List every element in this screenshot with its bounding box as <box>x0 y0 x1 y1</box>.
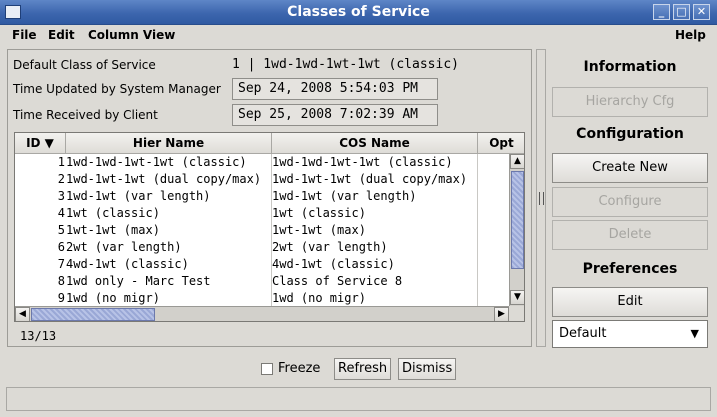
table-row[interactable]: 5 1wt-1wt (max) 1wt-1wt (max) <box>15 222 509 239</box>
column-header-opt[interactable]: Opt <box>478 133 524 154</box>
cell-id: 6 <box>57 240 65 254</box>
menu-column-view[interactable]: Column View <box>88 28 175 42</box>
table-row[interactable]: 3 1wd-1wt (var length) 1wd-1wt (var leng… <box>15 188 509 205</box>
cell-cos-name: 1wd-1wt-1wt (dual copy/max) <box>272 172 468 186</box>
cell-cos-name: Class of Service 8 <box>272 274 403 288</box>
cell-id: 8 <box>57 274 65 288</box>
cell-cos-name: 1wd-1wd-1wt-1wt (classic) <box>272 155 453 169</box>
cos-table: ID ▼ Hier Name COS Name Opt 1 1wd-1wd-1w… <box>14 132 525 322</box>
section-configuration: Configuration <box>576 126 684 142</box>
cell-id: 4 <box>57 206 65 220</box>
menu-file[interactable]: File <box>12 28 37 42</box>
title-bar: Classes of Service _ □ ✕ <box>0 0 717 25</box>
cell-hier-name: 1wd (no migr) <box>66 291 160 305</box>
cell-id: 3 <box>57 189 65 203</box>
preferences-select[interactable]: Default ▼ <box>552 320 708 348</box>
refresh-button[interactable]: Refresh <box>334 358 392 380</box>
table-header: ID ▼ Hier Name COS Name Opt <box>15 133 524 154</box>
delete-button[interactable]: Delete <box>552 220 708 250</box>
splitter-grip-icon[interactable] <box>539 192 544 205</box>
create-new-button[interactable]: Create New <box>552 153 708 183</box>
horizontal-scrollbar[interactable]: ◀ ▶ <box>15 306 509 321</box>
section-preferences: Preferences <box>582 261 678 277</box>
hierarchy-cfg-button[interactable]: Hierarchy Cfg <box>552 87 708 117</box>
scroll-up-icon[interactable]: ▲ <box>510 154 524 169</box>
scroll-down-icon[interactable]: ▼ <box>510 290 524 305</box>
cell-hier-name: 1wd-1wt (var length) <box>66 189 211 203</box>
cell-hier-name: 2wt (var length) <box>66 240 182 254</box>
default-cos-label: Default Class of Service <box>13 58 156 72</box>
table-row[interactable]: 9 1wd (no migr) 1wd (no migr) <box>15 290 509 306</box>
cell-cos-name: 2wt (var length) <box>272 240 388 254</box>
time-received-value: Sep 25, 2008 7:02:39 AM <box>232 104 438 126</box>
cell-hier-name: 1wd only - Marc Test <box>66 274 211 288</box>
cell-hier-name: 1wd-1wt-1wt (dual copy/max) <box>66 172 262 186</box>
table-row[interactable]: 1 1wd-1wd-1wt-1wt (classic) 1wd-1wd-1wt-… <box>15 154 509 171</box>
cell-id: 2 <box>57 172 65 186</box>
action-panel: Information Hierarchy Cfg Configuration … <box>549 49 711 351</box>
cell-cos-name: 4wd-1wt (classic) <box>272 257 395 271</box>
column-header-hier-name[interactable]: Hier Name <box>66 133 272 154</box>
preferences-select-value: Default <box>559 326 607 341</box>
cell-hier-name: 1wt (classic) <box>66 206 160 220</box>
maximize-icon[interactable]: □ <box>673 4 690 20</box>
table-row[interactable]: 6 2wt (var length) 2wt (var length) <box>15 239 509 256</box>
edit-preferences-button[interactable]: Edit <box>552 287 708 317</box>
cell-id: 9 <box>57 291 65 305</box>
freeze-checkbox[interactable] <box>261 363 273 375</box>
cell-hier-name: 4wd-1wt (classic) <box>66 257 189 271</box>
chevron-down-icon: ▼ <box>690 327 699 340</box>
minimize-icon[interactable]: _ <box>653 4 670 20</box>
bottom-bar: Freeze Refresh Dismiss <box>0 353 717 383</box>
cell-cos-name: 1wt-1wt (max) <box>272 223 366 237</box>
freeze-label: Freeze <box>278 361 321 376</box>
cell-hier-name: 1wt-1wt (max) <box>66 223 160 237</box>
table-row[interactable]: 2 1wd-1wt-1wt (dual copy/max) 1wd-1wt-1w… <box>15 171 509 188</box>
time-updated-value: Sep 24, 2008 5:54:03 PM <box>232 78 438 100</box>
table-row[interactable]: 7 4wd-1wt (classic) 4wd-1wt (classic) <box>15 256 509 273</box>
dismiss-button[interactable]: Dismiss <box>398 358 457 380</box>
menu-edit[interactable]: Edit <box>48 28 75 42</box>
scroll-left-icon[interactable]: ◀ <box>15 307 30 321</box>
vertical-scroll-thumb[interactable] <box>511 171 524 269</box>
vertical-scrollbar[interactable]: ▲ ▼ <box>509 154 524 306</box>
scroll-corner <box>509 306 524 321</box>
window-title: Classes of Service <box>287 4 430 20</box>
default-cos-value: 1 | 1wd-1wd-1wt-1wt (classic) <box>232 57 459 72</box>
cell-id: 7 <box>57 257 65 271</box>
time-updated-label: Time Updated by System Manager <box>13 82 221 96</box>
table-row[interactable]: 4 1wt (classic) 1wt (classic) <box>15 205 509 222</box>
cell-cos-name: 1wd (no migr) <box>272 291 366 305</box>
table-body: 1 1wd-1wd-1wt-1wt (classic) 1wd-1wd-1wt-… <box>15 154 509 306</box>
table-row[interactable]: 8 1wd only - Marc Test Class of Service … <box>15 273 509 290</box>
configure-button[interactable]: Configure <box>552 187 708 217</box>
column-header-id[interactable]: ID ▼ <box>15 133 66 154</box>
menu-bar: File Edit Column View Help <box>0 26 717 46</box>
scroll-right-icon[interactable]: ▶ <box>494 307 509 321</box>
cell-id: 1 <box>57 155 65 169</box>
cell-hier-name: 1wd-1wd-1wt-1wt (classic) <box>66 155 247 169</box>
cell-id: 5 <box>57 223 65 237</box>
cell-cos-name: 1wd-1wt (var length) <box>272 189 417 203</box>
row-count: 13/13 <box>20 329 57 343</box>
horizontal-scroll-thumb[interactable] <box>31 308 155 321</box>
close-icon[interactable]: ✕ <box>693 4 710 20</box>
column-header-cos-name[interactable]: COS Name <box>272 133 478 154</box>
panel-splitter[interactable] <box>536 49 546 347</box>
section-information: Information <box>583 59 677 75</box>
status-bar <box>6 387 711 411</box>
time-received-label: Time Received by Client <box>13 108 158 122</box>
cell-cos-name: 1wt (classic) <box>272 206 366 220</box>
main-panel: Default Class of Service 1 | 1wd-1wd-1wt… <box>7 49 532 347</box>
menu-help[interactable]: Help <box>675 28 706 42</box>
